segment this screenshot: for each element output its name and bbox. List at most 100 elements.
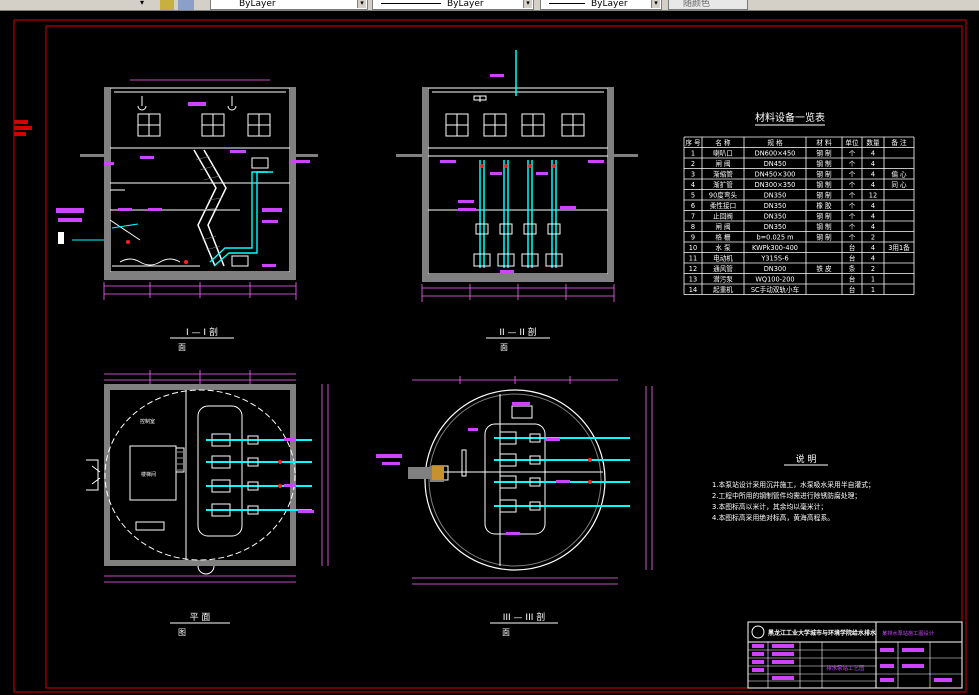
table-cell: 潜污泵 bbox=[713, 275, 733, 284]
control-room-label: 控制室 bbox=[140, 418, 155, 425]
table-cell: 个 bbox=[849, 202, 856, 210]
drawing-canvas[interactable]: 控制室 楼梯间 I — I 剖 面 II — II 剖 面 平 面 图 III … bbox=[0, 10, 979, 695]
table-cell: 4 bbox=[871, 150, 875, 158]
chevron-down-icon[interactable]: ▾ bbox=[523, 0, 532, 8]
chevron-down-icon[interactable]: ▾ bbox=[651, 0, 660, 8]
drawing-name: 排水泵站工艺图 bbox=[826, 664, 865, 672]
school-logo bbox=[751, 625, 765, 639]
table-cell: DN450 bbox=[764, 160, 787, 168]
table-cell: 个 bbox=[849, 192, 856, 200]
table-cell: 1 bbox=[871, 286, 875, 294]
title-block: 黑龙江工业大学城市与环境学院给水排水 某排水泵站施工图设计 排水泵站工艺图 bbox=[747, 621, 963, 689]
table-cell: 钢 制 bbox=[816, 233, 832, 242]
table-cell: 4 bbox=[871, 181, 875, 189]
section-2-subtitle: 面 bbox=[500, 343, 508, 352]
table-header-cell: 单位 bbox=[845, 138, 859, 147]
table-cell: 渐扩管 bbox=[713, 180, 733, 189]
layer-previous-icon[interactable] bbox=[178, 0, 194, 10]
table-cell: 通风管 bbox=[713, 264, 733, 273]
table-cell: 铁 皮 bbox=[816, 264, 832, 273]
table-cell: 个 bbox=[849, 223, 856, 231]
table-cell: 橡 胶 bbox=[816, 201, 832, 210]
lineweight-value: ByLayer bbox=[591, 0, 628, 9]
table-cell: 2 bbox=[691, 160, 695, 168]
section-3-3-drawing bbox=[376, 376, 653, 585]
lineweight-control[interactable]: ByLayer ▾ bbox=[540, 0, 662, 10]
section-3-subtitle: 面 bbox=[502, 628, 510, 637]
table-cell: 钢 制 bbox=[816, 212, 832, 221]
table-cell: 7 bbox=[691, 213, 695, 221]
color-control[interactable]: ByLayer ▾ bbox=[210, 0, 368, 10]
table-cell: 起重机 bbox=[713, 285, 733, 294]
table-cell: 4 bbox=[871, 160, 875, 168]
table-cell: WQ100-200 bbox=[755, 276, 794, 284]
section-1-title: I — I 剖 bbox=[186, 326, 218, 338]
chevron-down-icon[interactable]: ▾ bbox=[357, 0, 366, 8]
table-cell: 格 栅 bbox=[715, 233, 731, 242]
table-cell: 渐缩管 bbox=[713, 170, 733, 179]
table-title: 材料设备一览表 bbox=[755, 111, 825, 124]
table-cell: 个 bbox=[849, 234, 856, 242]
table-cell: 钢 制 bbox=[816, 180, 832, 189]
table-cell: KWPk300-400 bbox=[752, 244, 798, 252]
table-cell: 水 泵 bbox=[715, 243, 731, 252]
table-cell: 柔性接口 bbox=[710, 201, 736, 210]
table-cell: 钢 制 bbox=[816, 159, 832, 168]
chevron-down-icon[interactable]: ▾ bbox=[140, 0, 144, 7]
plotstyle-control[interactable]: 随颜色 bbox=[668, 0, 748, 10]
table-cell: 1 bbox=[691, 150, 695, 158]
table-cell: 台 bbox=[849, 243, 856, 252]
table-header-cell: 名 称 bbox=[715, 138, 731, 147]
table-cell: 电动机 bbox=[713, 254, 733, 263]
table-cell: 10 bbox=[689, 244, 697, 252]
table-cell: 个 bbox=[849, 213, 856, 221]
table-cell: 闸 阀 bbox=[715, 222, 730, 231]
table-cell: 2 bbox=[871, 265, 875, 273]
table-cell: DN300 bbox=[764, 265, 787, 273]
table-cell: 偏 心 bbox=[891, 170, 907, 179]
project-name: 某排水泵站施工图设计 bbox=[882, 629, 934, 637]
plotstyle-value: 随颜色 bbox=[683, 0, 711, 9]
table-cell: 台 bbox=[849, 275, 856, 284]
table-cell: 2 bbox=[871, 234, 875, 242]
school-name: 黑龙江工业大学城市与环境学院给水排水 bbox=[768, 629, 877, 637]
section-2-2-drawing bbox=[396, 50, 638, 302]
table-cell: 同 心 bbox=[891, 181, 907, 189]
table-cell: SC手动双轨小车 bbox=[751, 285, 800, 294]
table-cell: 个 bbox=[849, 150, 856, 158]
table-cell: 个 bbox=[849, 181, 856, 189]
plan-title: 平 面 bbox=[190, 612, 211, 623]
table-cell: 台 bbox=[849, 254, 856, 263]
table-cell: 12 bbox=[869, 192, 877, 200]
table-cell: 4 bbox=[871, 255, 875, 263]
table-cell: Y315S-6 bbox=[760, 255, 788, 263]
stairs-label: 楼梯间 bbox=[141, 471, 156, 478]
table-cell: DN450×300 bbox=[755, 171, 796, 179]
table-cell: 4 bbox=[871, 213, 875, 221]
section-1-1-drawing bbox=[56, 79, 318, 300]
table-cell: 4 bbox=[871, 244, 875, 252]
plan-drawing: 控制室 楼梯间 bbox=[86, 370, 329, 583]
note-2: 2.工程中所用的钢制管件均需进行除锈防腐处理； bbox=[712, 491, 861, 500]
table-cell: DN350 bbox=[764, 223, 787, 231]
linetype-control[interactable]: ByLayer ▾ bbox=[372, 0, 534, 10]
table-cell: 11 bbox=[689, 255, 697, 263]
table-cell: 台 bbox=[849, 285, 856, 294]
section-1-subtitle: 面 bbox=[178, 343, 186, 352]
table-cell: 个 bbox=[849, 160, 856, 168]
table-cell: 4 bbox=[871, 202, 875, 210]
table-cell: 个 bbox=[849, 171, 856, 179]
layer-states-icon[interactable] bbox=[160, 0, 174, 10]
frame-marker bbox=[14, 120, 32, 136]
note-4: 4.本图标高采用绝对标高，黄海高程系。 bbox=[712, 513, 834, 522]
table-cell: 1 bbox=[871, 276, 875, 284]
table-cell: 13 bbox=[689, 276, 697, 284]
table-cell: 12 bbox=[689, 265, 697, 273]
table-cell: 3用1备 bbox=[888, 243, 910, 252]
linetype-swatch bbox=[381, 3, 441, 4]
table-header-cell: 规 格 bbox=[767, 138, 783, 147]
table-cell: 闸 阀 bbox=[715, 159, 730, 168]
table-cell: DN300×350 bbox=[755, 181, 796, 189]
linetype-value: ByLayer bbox=[447, 0, 484, 9]
color-control-value: ByLayer bbox=[239, 0, 276, 9]
